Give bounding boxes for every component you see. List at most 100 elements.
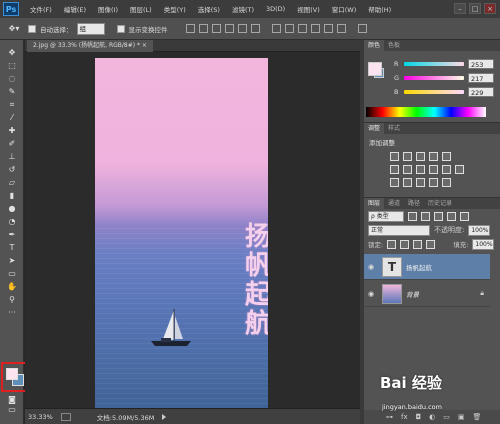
selective-color-icon[interactable] bbox=[442, 178, 451, 187]
green-slider[interactable] bbox=[404, 76, 464, 80]
color-balance-icon[interactable] bbox=[403, 165, 412, 174]
menu-window[interactable]: 窗口(W) bbox=[326, 4, 363, 14]
new-group-icon[interactable]: ▭ bbox=[443, 413, 450, 421]
quick-select-tool-icon[interactable]: ✎ bbox=[0, 85, 24, 98]
export-icon[interactable] bbox=[60, 412, 71, 421]
clone-stamp-tool-icon[interactable]: ⊥ bbox=[0, 150, 24, 163]
layer-text[interactable]: ◉ T 扬帆起航 bbox=[364, 254, 490, 280]
fill-input[interactable]: 100% bbox=[472, 238, 495, 250]
distribute-hcenter-icon[interactable] bbox=[323, 24, 333, 33]
delete-layer-icon[interactable]: 🗑︎ bbox=[473, 413, 482, 421]
green-value[interactable]: 217 bbox=[468, 73, 494, 83]
align-vcenter-icon[interactable] bbox=[198, 24, 208, 33]
filter-smart-icon[interactable] bbox=[460, 211, 469, 221]
hand-tool-icon[interactable]: ✋ bbox=[0, 280, 24, 293]
distribute-top-icon[interactable] bbox=[271, 24, 281, 33]
status-menu-arrow-icon[interactable] bbox=[162, 413, 167, 420]
tab-paths[interactable]: 路径 bbox=[404, 198, 424, 209]
distribute-bottom-icon[interactable] bbox=[297, 24, 307, 33]
layer-name[interactable]: 扬帆起航 bbox=[406, 262, 432, 272]
align-left-icon[interactable] bbox=[224, 24, 234, 33]
minimize-button[interactable]: – bbox=[454, 3, 466, 14]
red-value[interactable]: 253 bbox=[468, 59, 494, 69]
align-bottom-icon[interactable] bbox=[211, 24, 221, 33]
align-hcenter-icon[interactable] bbox=[237, 24, 247, 33]
pen-tool-icon[interactable]: ✒ bbox=[0, 228, 24, 241]
close-button[interactable]: × bbox=[484, 3, 496, 14]
quick-mask-icon[interactable]: ◙ bbox=[0, 394, 24, 404]
path-select-tool-icon[interactable]: ➤ bbox=[0, 254, 24, 267]
photo-filter-icon[interactable] bbox=[429, 165, 438, 174]
shape-tool-icon[interactable]: ▭ bbox=[0, 267, 24, 280]
vibrance-icon[interactable] bbox=[442, 152, 451, 161]
document-tab[interactable]: 2.jpg @ 33.3% (扬帆起航, RGB/8#) * × bbox=[27, 40, 153, 52]
auto-select-checkbox[interactable] bbox=[28, 24, 36, 33]
tab-adjustments[interactable]: 调整 bbox=[364, 123, 385, 134]
show-transform-checkbox[interactable] bbox=[116, 24, 125, 33]
link-layers-icon[interactable]: ⊶ bbox=[386, 413, 393, 421]
tab-layers[interactable]: 图层 bbox=[364, 198, 385, 209]
curves-icon[interactable] bbox=[416, 152, 425, 161]
align-right-icon[interactable] bbox=[250, 24, 260, 33]
hue-saturation-icon[interactable] bbox=[390, 165, 399, 174]
distribute-right-icon[interactable] bbox=[336, 24, 346, 33]
brightness-icon[interactable] bbox=[390, 152, 399, 161]
lock-transparent-icon[interactable] bbox=[387, 239, 397, 249]
distribute-vcenter-icon[interactable] bbox=[284, 24, 294, 33]
menu-type[interactable]: 类型(Y) bbox=[158, 4, 192, 14]
menu-3d[interactable]: 3D(D) bbox=[260, 5, 291, 13]
blend-mode-select[interactable]: 正常 bbox=[368, 224, 430, 236]
filter-adjust-icon[interactable] bbox=[421, 211, 430, 221]
healing-brush-tool-icon[interactable]: ✚ bbox=[0, 124, 24, 137]
invert-icon[interactable] bbox=[390, 178, 399, 187]
more-tools-icon[interactable]: ··· bbox=[0, 306, 24, 319]
distribute-left-icon[interactable] bbox=[310, 24, 320, 33]
document-image[interactable]: 扬帆起航 bbox=[95, 58, 268, 408]
type-tool-icon[interactable]: T bbox=[0, 241, 24, 254]
posterize-icon[interactable] bbox=[403, 178, 412, 187]
black-white-icon[interactable] bbox=[416, 165, 425, 174]
auto-select-dropdown[interactable]: 组 bbox=[76, 22, 105, 35]
threshold-icon[interactable] bbox=[416, 178, 425, 187]
opacity-input[interactable]: 100% bbox=[468, 224, 491, 236]
menu-select[interactable]: 选择(S) bbox=[192, 4, 226, 14]
blue-slider[interactable] bbox=[404, 90, 464, 94]
lock-pixels-icon[interactable] bbox=[400, 239, 410, 249]
marquee-tool-icon[interactable]: ⬚ bbox=[0, 59, 24, 72]
lock-all-icon[interactable] bbox=[426, 239, 436, 249]
color-fg-swatch[interactable] bbox=[368, 62, 382, 76]
zoom-tool-icon[interactable]: ⚲ bbox=[0, 293, 24, 306]
color-lookup-icon[interactable] bbox=[455, 165, 464, 174]
layer-filter-select[interactable]: ρ 类型 bbox=[368, 210, 404, 222]
red-slider[interactable] bbox=[404, 62, 464, 66]
gradient-map-icon[interactable] bbox=[429, 178, 438, 187]
tab-channels[interactable]: 通道 bbox=[384, 198, 404, 209]
menu-layer[interactable]: 图层(L) bbox=[124, 4, 158, 14]
filter-shape-icon[interactable] bbox=[447, 211, 456, 221]
dodge-tool-icon[interactable]: ◔ bbox=[0, 215, 24, 228]
move-tool-icon[interactable]: ✥ bbox=[0, 46, 24, 59]
history-brush-tool-icon[interactable]: ↺ bbox=[0, 163, 24, 176]
tab-color[interactable]: 颜色 bbox=[364, 40, 385, 51]
screen-mode-icon[interactable]: ▭ bbox=[0, 404, 24, 414]
eraser-tool-icon[interactable]: ▱ bbox=[0, 176, 24, 189]
layer-name[interactable]: 背景 bbox=[406, 289, 419, 299]
menu-edit[interactable]: 编辑(E) bbox=[58, 4, 92, 14]
maximize-button[interactable]: □ bbox=[469, 3, 481, 14]
eyedropper-tool-icon[interactable]: ⁄ bbox=[0, 111, 24, 124]
visibility-eye-icon[interactable]: ◉ bbox=[364, 263, 378, 271]
brush-tool-icon[interactable]: ✐ bbox=[0, 137, 24, 150]
color-spectrum[interactable] bbox=[366, 107, 486, 117]
lock-position-icon[interactable] bbox=[413, 239, 423, 249]
exposure-icon[interactable] bbox=[429, 152, 438, 161]
tab-styles[interactable]: 样式 bbox=[384, 123, 404, 134]
menu-file[interactable]: 文件(F) bbox=[24, 4, 58, 14]
visibility-eye-icon[interactable]: ◉ bbox=[364, 290, 378, 298]
levels-icon[interactable] bbox=[403, 152, 412, 161]
filter-pixel-icon[interactable] bbox=[408, 211, 417, 221]
align-top-icon[interactable] bbox=[185, 24, 195, 33]
filter-type-icon[interactable] bbox=[434, 211, 443, 221]
crop-tool-icon[interactable]: ⌗ bbox=[0, 98, 24, 111]
blue-value[interactable]: 229 bbox=[468, 87, 494, 97]
tab-history[interactable]: 历史记录 bbox=[424, 198, 456, 209]
